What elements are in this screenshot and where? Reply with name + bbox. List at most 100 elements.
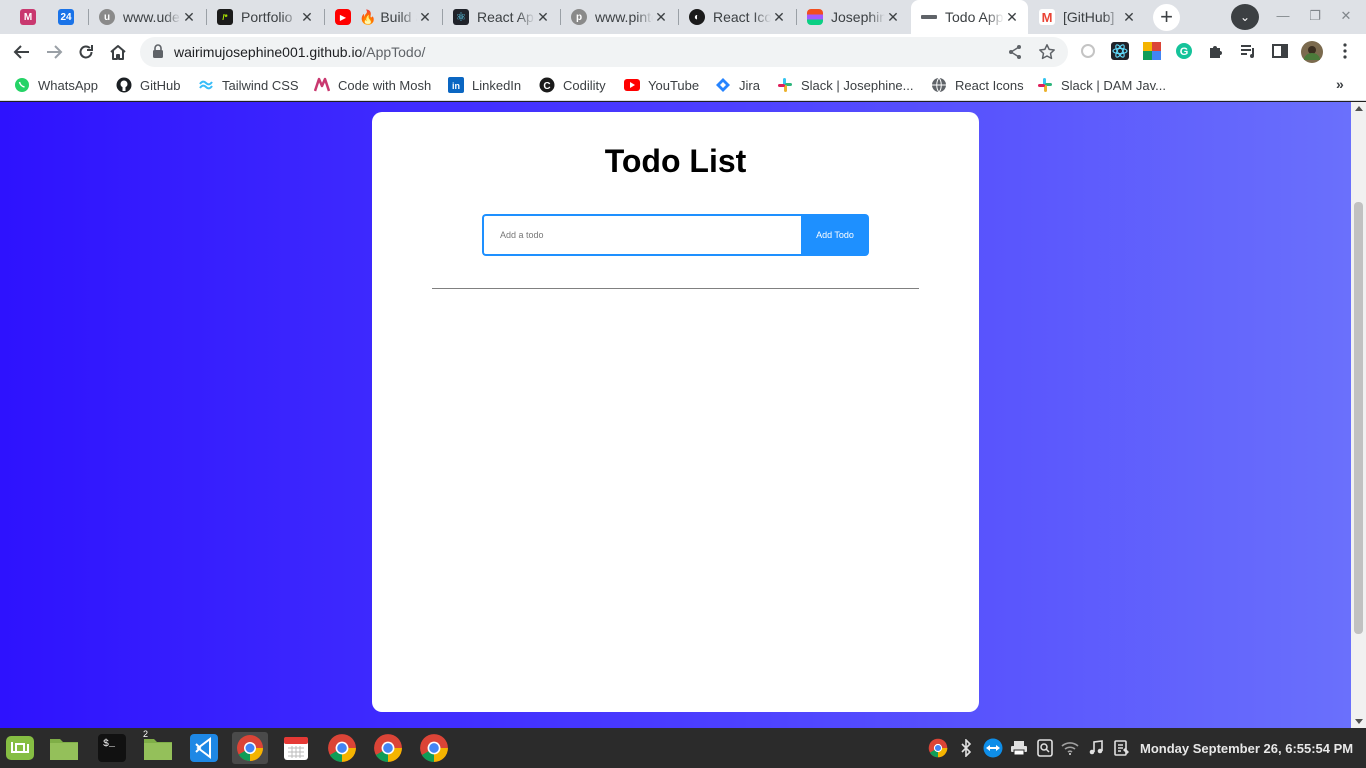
scroll-up-icon[interactable] [1355, 106, 1363, 111]
tab-udemy[interactable]: u www.udemy.com ✕ [89, 0, 205, 34]
page-viewport: Todo List Add Todo [0, 102, 1351, 728]
colorful-extension-icon[interactable] [1143, 42, 1161, 60]
bookmark-label: GitHub [140, 77, 181, 93]
chrome-app-1[interactable] [326, 732, 358, 764]
scrollbar-thumb[interactable] [1354, 202, 1363, 634]
tray-chrome-icon[interactable] [928, 738, 948, 758]
chrome-app-active[interactable] [232, 732, 268, 764]
youtube-icon: ▶ [335, 9, 351, 25]
close-icon[interactable]: ✕ [653, 9, 669, 25]
tab-strip: M 24 u www.udemy.com ✕ /* Portfolio ✕ ▶ … [0, 0, 1366, 34]
grammarly-icon[interactable]: G [1175, 42, 1193, 60]
url-host: wairimujosephine001.github.io [174, 44, 363, 60]
new-tab-button[interactable]: + [1153, 4, 1180, 31]
calendar-app[interactable] [280, 732, 312, 764]
url-text: wairimujosephine001.github.io/AppTodo/ [174, 44, 425, 60]
tab-calendar[interactable]: 24 [48, 0, 86, 34]
wifi-icon[interactable] [1060, 738, 1080, 758]
scroll-down-icon[interactable] [1355, 719, 1363, 724]
avatar[interactable] [1301, 41, 1323, 63]
reload-button[interactable] [72, 38, 100, 66]
tab-todo-app[interactable]: Todo App ✕ [911, 0, 1028, 34]
bookmark-slack-dam[interactable]: Slack | DAM Jav... [1037, 76, 1166, 94]
tab-search-button[interactable]: ⌄ [1231, 4, 1259, 30]
home-button[interactable] [104, 38, 132, 66]
mosh-icon [314, 77, 330, 93]
notes-icon[interactable] [1112, 738, 1132, 758]
bookmark-tailwind[interactable]: Tailwind CSS [198, 76, 299, 94]
vscode-icon [190, 734, 218, 762]
tab-pinterest[interactable]: p www.pinterest ✕ [561, 0, 677, 34]
reading-list-icon[interactable] [1239, 42, 1257, 60]
bookmarks-bar: WhatsApp GitHub Tailwind CSS Code with M… [0, 70, 1366, 101]
tab-portfolio[interactable]: /* Portfolio ✕ [207, 0, 323, 34]
chrome-app-3[interactable] [418, 732, 450, 764]
bookmark-label: Code with Mosh [338, 77, 432, 93]
close-icon[interactable]: ✕ [299, 9, 315, 25]
todo-input[interactable] [482, 214, 801, 256]
page-scrollbar[interactable] [1351, 102, 1366, 728]
lock-icon[interactable] [152, 44, 164, 63]
bookmark-label: LinkedIn [472, 77, 522, 93]
bookmark-youtube[interactable]: YouTube [624, 76, 699, 94]
bookmark-label: React Icons [955, 77, 1024, 93]
tab-react-app[interactable]: ⚛ React App ✕ [443, 0, 559, 34]
bookmark-react-icons[interactable]: React Icons [931, 76, 1024, 94]
bookmark-codility[interactable]: C Codility [539, 76, 606, 94]
tab-title: React Icons [713, 9, 771, 25]
bookmarks-overflow-icon[interactable]: » [1336, 76, 1344, 92]
side-panel-icon[interactable] [1271, 42, 1289, 60]
tab-gmail[interactable]: M [GitHub] ✕ [1029, 0, 1145, 34]
bookmark-star-icon[interactable] [1038, 43, 1056, 61]
tab-dev[interactable]: M [10, 0, 46, 34]
bookmark-jira[interactable]: Jira [715, 76, 760, 94]
close-icon[interactable]: ✕ [885, 9, 901, 25]
close-icon[interactable]: ✕ [417, 9, 433, 25]
extension-loading-icon[interactable] [1079, 42, 1097, 60]
close-icon[interactable]: ✕ [535, 9, 551, 25]
address-bar[interactable]: wairimujosephine001.github.io/AppTodo/ [140, 37, 1068, 67]
tab-react-icons[interactable]: ◐ React Icons ✕ [679, 0, 795, 34]
close-icon[interactable]: ✕ [1121, 9, 1137, 25]
close-window-button[interactable]: ✕ [1336, 6, 1356, 26]
vscode-app[interactable] [188, 732, 220, 764]
teamviewer-icon[interactable] [983, 738, 1003, 758]
bookmark-code-with-mosh[interactable]: Code with Mosh [314, 76, 431, 94]
tab-title: Portfolio [241, 9, 293, 25]
chrome-app-2[interactable] [372, 732, 404, 764]
close-icon[interactable]: ✕ [1004, 9, 1020, 25]
files-app-2[interactable]: 2 [142, 729, 174, 764]
udemy-icon: u [99, 9, 115, 25]
printer-icon[interactable] [1009, 738, 1029, 758]
taskbar-clock[interactable]: Monday September 26, 6:55:54 PM [1140, 741, 1353, 756]
update-manager-icon[interactable] [1035, 738, 1055, 758]
bookmark-label: WhatsApp [38, 77, 98, 93]
react-devtools-icon[interactable] [1111, 42, 1129, 60]
maximize-button[interactable]: ❐ [1305, 6, 1325, 26]
minimize-button[interactable]: — [1273, 6, 1293, 26]
close-icon[interactable]: ✕ [181, 9, 197, 25]
bookmark-slack-josephine[interactable]: Slack | Josephine... [777, 76, 914, 94]
bookmark-linkedin[interactable]: in LinkedIn [448, 76, 521, 94]
forward-button[interactable] [40, 38, 68, 66]
sound-icon[interactable] [1086, 738, 1106, 758]
add-todo-button[interactable]: Add Todo [801, 214, 869, 256]
whatsapp-icon [14, 77, 30, 93]
back-button[interactable] [8, 38, 36, 66]
bookmark-github[interactable]: GitHub [116, 76, 180, 94]
terminal-app[interactable]: $_ [96, 732, 128, 764]
os-taskbar: $_ 2 Monday September 26, 6:55:54 PM [0, 728, 1366, 768]
bookmark-label: YouTube [648, 77, 700, 93]
mint-menu-button[interactable] [4, 732, 36, 764]
share-icon[interactable] [1006, 43, 1024, 61]
close-icon[interactable]: ✕ [771, 9, 787, 25]
files-app[interactable] [48, 732, 80, 764]
chrome-icon [237, 735, 263, 762]
bluetooth-icon[interactable] [956, 738, 976, 758]
todo-form: Add Todo [482, 214, 869, 256]
more-menu-icon[interactable] [1336, 42, 1354, 60]
tab-figma[interactable]: Josephine ✕ [797, 0, 909, 34]
tab-youtube[interactable]: ▶ 🔥 Build a ✕ [325, 0, 441, 34]
puzzle-extensions-icon[interactable] [1207, 42, 1225, 60]
bookmark-whatsapp[interactable]: WhatsApp [14, 76, 98, 94]
